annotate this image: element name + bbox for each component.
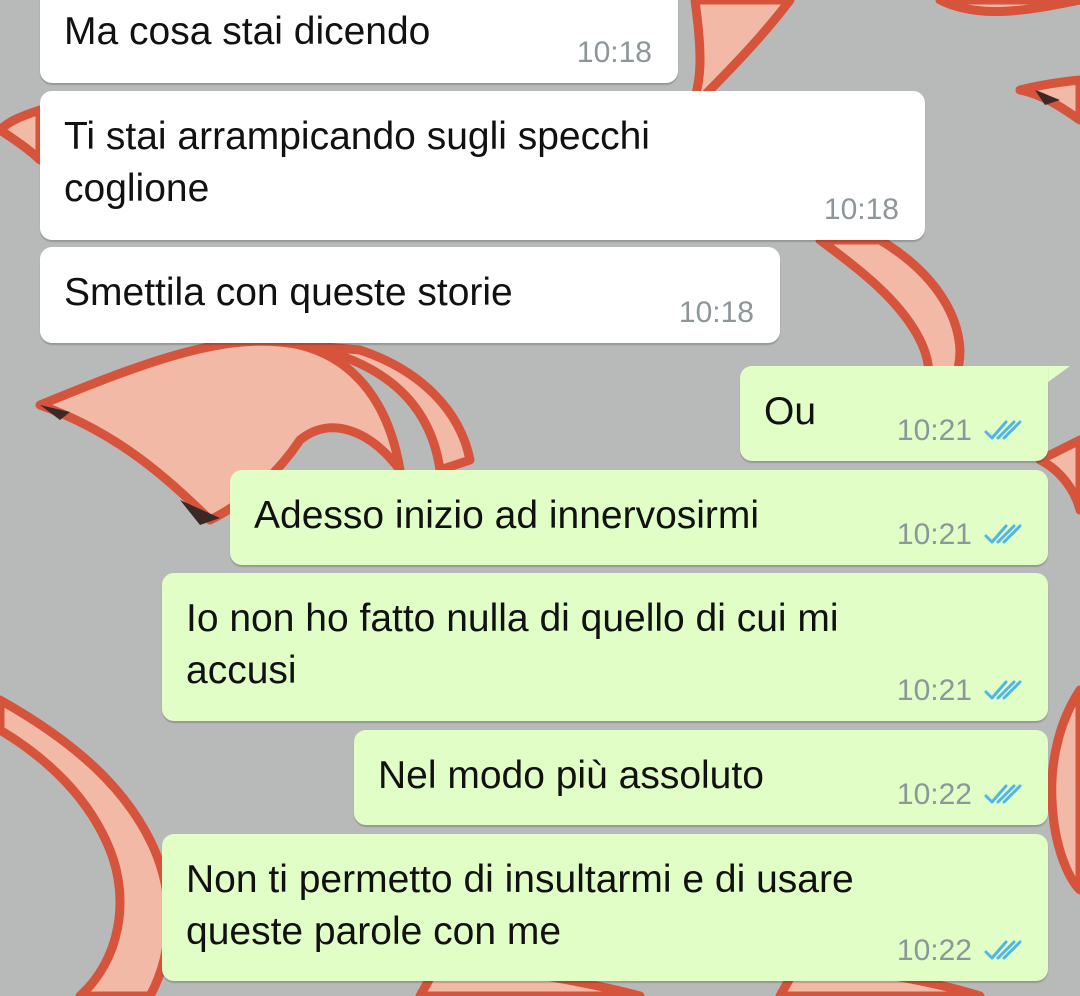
double-check-icon bbox=[984, 784, 1022, 804]
message-text: Non ti permetto di insultarmi e di usare… bbox=[186, 858, 854, 953]
message-meta: 10:18 bbox=[679, 297, 754, 329]
message-text: Ou bbox=[764, 390, 817, 433]
double-check-icon bbox=[984, 940, 1022, 960]
message-time: 10:22 bbox=[896, 778, 972, 811]
message-text: Ma cosa stai dicendo bbox=[64, 10, 431, 53]
message-bubble-outgoing[interactable]: Nel modo più assoluto 10:22 bbox=[354, 730, 1048, 825]
message-bubble-incoming[interactable]: Ma cosa stai dicendo 10:18 bbox=[40, 0, 678, 83]
message-text: Io non ho fatto nulla di quello di cui m… bbox=[186, 597, 839, 692]
message-time: 10:18 bbox=[576, 36, 652, 69]
message-bubble-outgoing[interactable]: Io non ho fatto nulla di quello di cui m… bbox=[162, 573, 1048, 721]
message-bubble-outgoing[interactable]: Non ti permetto di insultarmi e di usare… bbox=[162, 834, 1048, 981]
message-meta: 10:18 bbox=[577, 37, 652, 69]
message-meta: 10:22 bbox=[897, 779, 1024, 811]
message-meta: 10:18 bbox=[824, 194, 899, 226]
message-bubble-outgoing[interactable]: Adesso inizio ad innervosirmi 10:21 bbox=[230, 470, 1048, 565]
message-meta: 10:21 bbox=[897, 415, 1024, 447]
message-time: 10:18 bbox=[678, 296, 754, 329]
message-text: Smettila con queste storie bbox=[64, 271, 513, 314]
message-time: 10:21 bbox=[896, 414, 972, 447]
message-meta: 10:21 bbox=[897, 519, 1024, 551]
message-text: Adesso inizio ad innervosirmi bbox=[254, 494, 760, 537]
message-time: 10:21 bbox=[896, 518, 972, 551]
message-time: 10:22 bbox=[896, 934, 972, 967]
message-text: Nel modo più assoluto bbox=[378, 754, 764, 797]
message-bubble-incoming[interactable]: Ti stai arrampicando sugli specchi cogli… bbox=[40, 91, 925, 240]
double-check-icon bbox=[984, 680, 1022, 700]
double-check-icon bbox=[984, 524, 1022, 544]
message-meta: 10:22 bbox=[897, 935, 1024, 967]
message-bubble-outgoing[interactable]: Ou 10:21 bbox=[740, 366, 1048, 461]
message-time: 10:18 bbox=[823, 193, 899, 226]
message-meta: 10:21 bbox=[897, 675, 1024, 707]
message-time: 10:21 bbox=[896, 674, 972, 707]
double-check-icon bbox=[984, 420, 1022, 440]
message-text: Ti stai arrampicando sugli specchi cogli… bbox=[64, 115, 650, 210]
message-bubble-incoming[interactable]: Smettila con queste storie 10:18 bbox=[40, 247, 780, 343]
